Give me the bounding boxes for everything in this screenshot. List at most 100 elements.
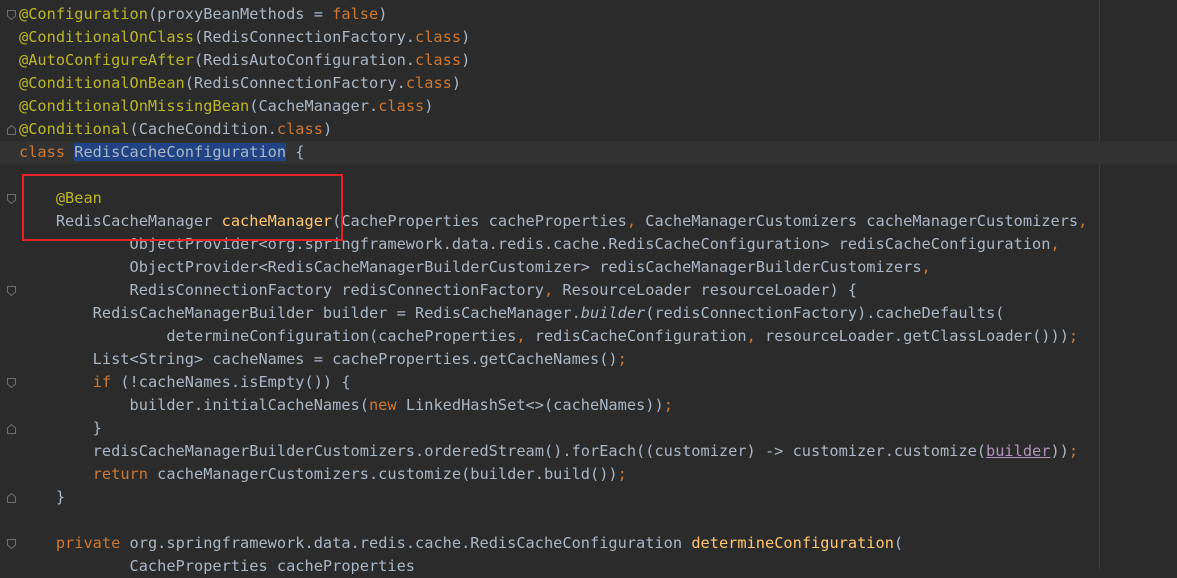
code-line[interactable]: determineConfiguration(cacheProperties, … xyxy=(0,325,1177,348)
code-text[interactable]: @Bean xyxy=(19,187,102,210)
code-lines[interactable]: @Configuration(proxyBeanMethods = false)… xyxy=(0,3,1177,578)
code-token: RedisCacheConfiguration xyxy=(74,143,287,161)
code-line[interactable]: @Configuration(proxyBeanMethods = false) xyxy=(0,3,1177,26)
code-line[interactable]: @ConditionalOnBean(RedisConnectionFactor… xyxy=(0,72,1177,95)
code-token: CacheManagerCustomizers cacheManagerCust… xyxy=(645,212,1079,230)
code-token: ObjectProvider<org.springframework.data.… xyxy=(19,235,1051,253)
code-token: class xyxy=(19,143,75,161)
code-token: , xyxy=(1078,212,1088,230)
code-text[interactable]: @ConditionalOnMissingBean(CacheManager.c… xyxy=(19,95,433,118)
code-line[interactable]: ObjectProvider<RedisCacheManagerBuilderC… xyxy=(0,256,1177,279)
code-line[interactable] xyxy=(0,509,1177,532)
fold-close-icon[interactable] xyxy=(7,125,16,135)
code-text[interactable]: CacheProperties cacheProperties xyxy=(19,555,416,578)
code-text[interactable]: if (!cacheNames.isEmpty()) { xyxy=(19,371,351,394)
code-token: LinkedHashSet<>(cacheNames)) xyxy=(405,396,664,414)
code-token: if xyxy=(92,373,121,391)
code-token: class xyxy=(405,74,452,92)
code-token: class xyxy=(415,28,462,46)
code-token: @AutoConfigureAfter xyxy=(19,51,194,69)
code-line[interactable]: return cacheManagerCustomizers.customize… xyxy=(0,463,1177,486)
fold-open-icon[interactable] xyxy=(7,194,16,204)
code-line[interactable]: @Conditional(CacheCondition.class) xyxy=(0,118,1177,141)
code-token: redisCacheManagerBuilderCustomizers.orde… xyxy=(19,442,986,460)
code-token: class xyxy=(415,51,462,69)
code-text[interactable]: ObjectProvider<org.springframework.data.… xyxy=(19,233,1060,256)
code-text[interactable]: @Configuration(proxyBeanMethods = false) xyxy=(19,3,387,26)
code-line[interactable]: ObjectProvider<org.springframework.data.… xyxy=(0,233,1177,256)
code-token: return xyxy=(92,465,158,483)
code-line[interactable]: @Bean xyxy=(0,187,1177,210)
code-line[interactable] xyxy=(0,164,1177,187)
fold-open-icon[interactable] xyxy=(7,378,16,388)
code-token: @ConditionalOnClass xyxy=(19,28,194,46)
code-token: @Configuration xyxy=(19,5,148,23)
code-text[interactable]: redisCacheManagerBuilderCustomizers.orde… xyxy=(19,440,1078,463)
code-text[interactable]: builder.initialCacheNames(new LinkedHash… xyxy=(19,394,673,417)
code-token: , xyxy=(1050,235,1060,253)
code-line[interactable]: RedisCacheManager cacheManager(CacheProp… xyxy=(0,210,1177,233)
code-line[interactable]: builder.initialCacheNames(new LinkedHash… xyxy=(0,394,1177,417)
code-token: List<String> cacheNames = cachePropertie… xyxy=(19,350,618,368)
code-text[interactable]: } xyxy=(19,417,102,440)
code-token: } xyxy=(19,488,66,506)
code-editor[interactable]: @Configuration(proxyBeanMethods = false)… xyxy=(0,0,1177,575)
code-text[interactable]: List<String> cacheNames = cachePropertie… xyxy=(19,348,627,371)
code-line[interactable]: @AutoConfigureAfter(RedisAutoConfigurati… xyxy=(0,49,1177,72)
fold-close-icon[interactable] xyxy=(7,424,16,434)
code-line[interactable]: CacheProperties cacheProperties xyxy=(0,555,1177,578)
code-text[interactable]: return cacheManagerCustomizers.customize… xyxy=(19,463,627,486)
code-token: class xyxy=(378,97,425,115)
code-token: ; xyxy=(617,465,627,483)
code-token: ; xyxy=(1068,442,1079,460)
code-line[interactable]: } xyxy=(0,417,1177,440)
code-line[interactable]: private org.springframework.data.redis.c… xyxy=(0,532,1177,555)
code-text[interactable]: @Conditional(CacheCondition.class) xyxy=(19,118,332,141)
code-text[interactable]: determineConfiguration(cacheProperties, … xyxy=(19,325,1078,348)
code-text[interactable]: @ConditionalOnClass(RedisConnectionFacto… xyxy=(19,26,470,49)
code-line[interactable]: @ConditionalOnMissingBean(CacheManager.c… xyxy=(0,95,1177,118)
code-text[interactable]: class RedisCacheConfiguration { xyxy=(19,141,305,164)
code-token: @ConditionalOnMissingBean xyxy=(19,97,250,115)
code-token: , xyxy=(626,212,646,230)
code-line[interactable]: class RedisCacheConfiguration { xyxy=(0,141,1177,164)
fold-open-icon[interactable] xyxy=(7,10,16,20)
code-token: determineConfiguration(cacheProperties xyxy=(19,327,517,345)
code-token: builder.initialCacheNames( xyxy=(19,396,369,414)
fold-close-icon[interactable] xyxy=(7,493,16,503)
code-token: ) xyxy=(461,28,471,46)
code-text[interactable]: ObjectProvider<RedisCacheManagerBuilderC… xyxy=(19,256,931,279)
code-text[interactable]: @ConditionalOnBean(RedisConnectionFactor… xyxy=(19,72,461,95)
code-token: @ConditionalOnBean xyxy=(19,74,185,92)
code-line[interactable]: RedisCacheManagerBuilder builder = Redis… xyxy=(0,302,1177,325)
code-line[interactable]: RedisConnectionFactory redisConnectionFa… xyxy=(0,279,1177,302)
code-text[interactable]: } xyxy=(19,486,65,509)
code-token: resourceLoader.getClassLoader())) xyxy=(765,327,1069,345)
code-text[interactable]: RedisCacheManager cacheManager(CacheProp… xyxy=(19,210,1088,233)
fold-open-icon[interactable] xyxy=(7,539,16,549)
code-token: ) xyxy=(424,97,434,115)
code-line[interactable]: if (!cacheNames.isEmpty()) { xyxy=(0,371,1177,394)
code-text[interactable]: RedisConnectionFactory redisConnectionFa… xyxy=(19,279,858,302)
fold-open-icon[interactable] xyxy=(7,286,16,296)
code-line[interactable]: List<String> cacheNames = cachePropertie… xyxy=(0,348,1177,371)
code-line[interactable]: @ConditionalOnClass(RedisConnectionFacto… xyxy=(0,26,1177,49)
code-token: class xyxy=(276,120,323,138)
code-line[interactable]: } xyxy=(0,486,1177,509)
code-token: redisCacheConfiguration xyxy=(534,327,747,345)
code-token: ) xyxy=(461,51,471,69)
code-text[interactable]: @AutoConfigureAfter(RedisAutoConfigurati… xyxy=(19,49,470,72)
code-line[interactable]: redisCacheManagerBuilderCustomizers.orde… xyxy=(0,440,1177,463)
code-token: , xyxy=(921,258,931,276)
code-token: (CacheCondition. xyxy=(129,120,277,138)
code-token: (proxyBeanMethods = xyxy=(147,5,333,23)
code-text[interactable]: private org.springframework.data.redis.c… xyxy=(19,532,903,555)
code-token: ( xyxy=(893,534,904,552)
code-token: RedisCacheManagerBuilder builder = Redis… xyxy=(19,304,581,322)
code-text[interactable]: RedisCacheManagerBuilder builder = Redis… xyxy=(19,302,1005,325)
code-token: ) xyxy=(378,5,388,23)
code-token: (redisConnectionFactory).cacheDefaults( xyxy=(645,304,1005,322)
